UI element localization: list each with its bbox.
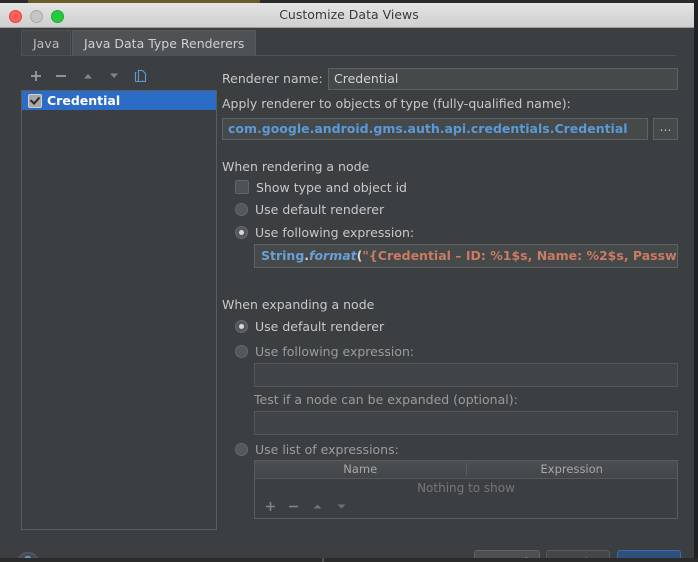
move-expression-down-button[interactable] [331,498,351,516]
tab-underline [21,55,676,56]
radio-circle [235,442,248,456]
tab-java-data-type-renderers[interactable]: Java Data Type Renderers [72,30,257,56]
copy-renderer-icon[interactable] [129,66,151,88]
renderers-list[interactable]: Credential [21,90,217,530]
rendering-use-expression-radio[interactable]: Use following expression: [235,223,414,241]
move-up-button[interactable] [77,66,99,88]
use-list-of-expressions-label: Use list of expressions: [255,441,399,457]
expanding-use-default-renderer-label: Use default renderer [255,318,385,334]
when-expanding-a-node-title: When expanding a node [222,297,375,312]
test-node-expandable-label: Test if a node can be expanded (optional… [254,392,518,407]
move-down-button[interactable] [103,66,125,88]
renderers-list-toolbar [21,64,217,90]
radio-circle [235,344,248,358]
rendering-use-default-renderer-radio[interactable]: Use default renderer [235,200,384,218]
renderer-name-label: Renderer name: [222,71,323,86]
use-list-of-expressions-radio[interactable]: Use list of expressions: [235,440,399,458]
remove-renderer-button[interactable] [50,66,72,88]
expanding-expression-input[interactable] [254,363,678,387]
rendering-use-default-renderer-label: Use default renderer [255,201,385,217]
add-expression-button[interactable] [260,498,280,516]
move-expression-up-button[interactable] [307,498,327,516]
test-node-expandable-input[interactable] [254,411,678,435]
renderer-enabled-checkbox[interactable] [28,93,42,108]
renderer-name-row: Renderer name: Credential [222,68,678,92]
dialog-content: Java Java Data Type Renderers Credential… [0,28,698,562]
radio-circle [235,202,248,216]
expressions-table[interactable]: Name Expression Nothing to show [254,460,678,500]
class-browse-button[interactable]: … [653,118,678,140]
renderer-name-input[interactable]: Credential [328,68,678,90]
column-header-expression: Expression [540,462,603,476]
expanding-use-expression-label: Use following expression: [255,343,415,359]
list-item[interactable]: Credential [22,91,216,110]
rendering-expression-input[interactable]: String.format("{Credential – ID: %1$s, N… [254,244,678,268]
list-item-label: Credential [47,93,121,108]
column-header-name: Name [343,462,378,476]
remove-expression-button[interactable] [283,498,303,516]
expanding-use-default-renderer-radio[interactable]: Use default renderer [235,317,384,335]
renderer-settings-panel: Renderer name: Credential Apply renderer… [222,64,678,530]
title-bar: Customize Data Views [0,3,698,28]
expressions-table-toolbar [254,495,678,519]
radio-circle-selected [235,319,248,333]
add-renderer-button[interactable] [25,66,47,88]
background-window-strip-bottom [0,558,698,562]
renderers-list-panel: Credential [21,64,217,530]
expanding-use-expression-radio[interactable]: Use following expression: [235,342,414,360]
tab-bar: Java Java Data Type Renderers [0,28,698,56]
tab-java[interactable]: Java [21,30,72,56]
when-rendering-a-node-title: When rendering a node [222,159,370,174]
background-window-strip-right [694,0,698,562]
rendering-use-expression-label: Use following expression: [255,224,415,240]
customize-data-views-dialog: Customize Data Views Java Java Data Type… [0,0,698,562]
show-type-and-object-id-checkbox[interactable]: Show type and object id [235,178,407,196]
expression-method-token: format [309,248,357,263]
expression-string-token: "{Credential – ID: %1$s, Name: %2$s, Pas… [362,248,677,263]
apply-renderer-label: Apply renderer to objects of type (fully… [222,96,571,111]
class-name-input[interactable]: com.google.android.gms.auth.api.credenti… [222,118,648,140]
window-title: Customize Data Views [279,7,419,22]
radio-circle-selected [235,225,248,239]
expressions-table-header: Name Expression [255,461,677,479]
expression-class-token: String [261,248,305,263]
show-type-and-object-id-label: Show type and object id [256,179,407,195]
checkbox-box [235,180,249,194]
class-name-row: com.google.android.gms.auth.api.credenti… [222,118,678,142]
